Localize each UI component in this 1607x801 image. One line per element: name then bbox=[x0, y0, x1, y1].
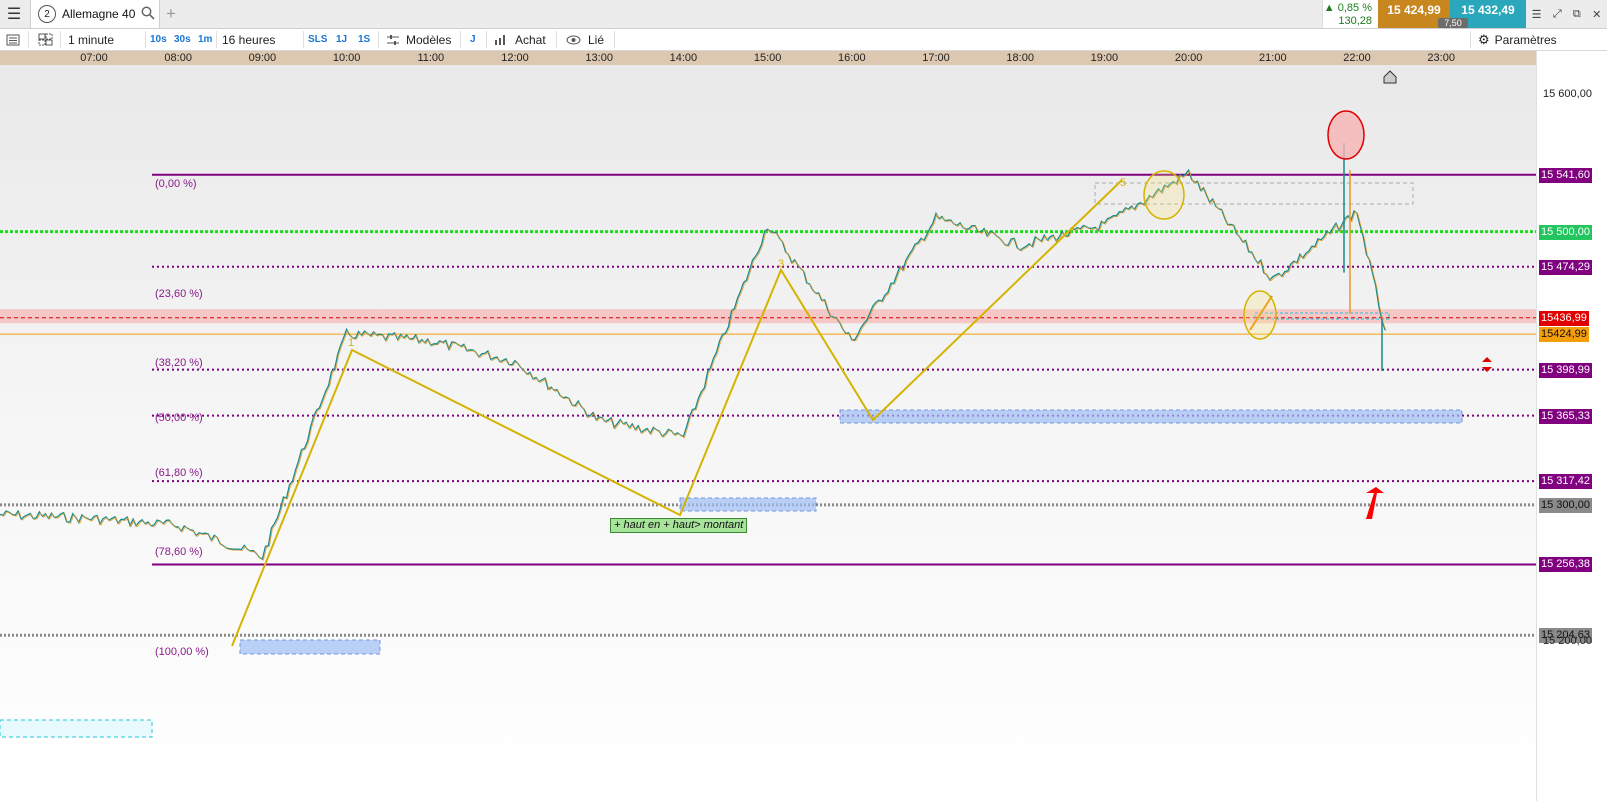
time-tick-label: 07:00 bbox=[80, 52, 108, 64]
price-level-label: 15 600,00 bbox=[1543, 88, 1592, 100]
buy-icon bbox=[495, 34, 505, 45]
time-tick-label: 12:00 bbox=[501, 52, 529, 64]
spread-badge: 7,50 bbox=[1438, 18, 1468, 28]
price-level-label: 15 300,00 bbox=[1539, 497, 1592, 513]
time-axis: 07:00 08:00 09:00 10:00 11:00 12:00 13:00 14:00… bbox=[0, 51, 1536, 65]
eye-icon bbox=[566, 35, 581, 44]
more-menu-icon[interactable]: ☰ bbox=[1532, 8, 1542, 21]
chart-area[interactable]: (0,00 %) (23,60 %) (38,20 %) (50,00 %) (… bbox=[0, 65, 1536, 801]
linked-label: Lié bbox=[588, 32, 605, 47]
linked-button[interactable]: Lié bbox=[566, 29, 604, 50]
settings-label: Paramètres bbox=[1494, 32, 1557, 47]
time-tick-label: 23:00 bbox=[1427, 52, 1455, 64]
support-zone bbox=[679, 497, 817, 512]
time-tick-label: 10:00 bbox=[332, 52, 361, 64]
timeframe-30s-button[interactable]: 30s bbox=[174, 29, 191, 50]
expand-icon[interactable]: ⤢ bbox=[1553, 8, 1562, 21]
range-1s-button[interactable]: 1S bbox=[358, 29, 370, 50]
time-tick-label: 21:00 bbox=[1259, 52, 1287, 64]
window-controls: ☰ ⤢ ⧉ ✕ bbox=[1526, 0, 1607, 28]
home-marker-icon bbox=[1383, 70, 1397, 84]
support-zone bbox=[839, 409, 1463, 424]
price-level-label: 15 256,38 bbox=[1539, 557, 1592, 573]
sliders-icon bbox=[387, 34, 399, 45]
price-level-label: 15436,99 bbox=[1539, 310, 1589, 326]
price-level-label: 15 365,33 bbox=[1539, 408, 1592, 424]
support-zone bbox=[239, 639, 381, 655]
hamburger-menu-icon[interactable]: ☰ bbox=[0, 0, 28, 28]
fib-level-label: (61,80 %) bbox=[155, 467, 203, 479]
price-level-label: 15 500,00 bbox=[1539, 224, 1592, 240]
price-axis: 15 600,00 15 541,60 15 500,00 15 474,29 1543… bbox=[1536, 51, 1607, 801]
time-tick-label: 09:00 bbox=[248, 52, 277, 64]
buy-order-button[interactable]: Achat bbox=[494, 29, 546, 50]
range-select[interactable]: 16 heures bbox=[222, 29, 275, 50]
time-tick-label: 20:00 bbox=[1174, 52, 1203, 64]
settings-button[interactable]: ⚙ Paramètres bbox=[1478, 29, 1557, 50]
search-icon[interactable] bbox=[141, 6, 155, 23]
wave-label: 3 bbox=[778, 258, 785, 270]
tab-number-badge: 2 bbox=[38, 5, 56, 23]
chart-toolbar: 1 minute 10s 30s 1m 16 heures SLS 1J 1S … bbox=[0, 29, 1607, 51]
fib-level-label: (0,00 %) bbox=[155, 178, 197, 190]
range-1j-button[interactable]: 1J bbox=[336, 29, 347, 50]
models-button[interactable]: Modèles bbox=[386, 29, 451, 50]
price-level-label: 15424,99 bbox=[1539, 327, 1589, 343]
fib-level-label: (78,60 %) bbox=[155, 546, 203, 558]
sls-button[interactable]: SLS bbox=[308, 29, 327, 50]
tab-bar: ☰ 2 Allemagne 40 + ▲ 0,85 % 130,28 15 42… bbox=[0, 0, 1607, 29]
layout-grid-icon[interactable] bbox=[38, 29, 53, 50]
list-icon[interactable] bbox=[6, 29, 20, 50]
time-tick-label: 13:00 bbox=[585, 52, 613, 64]
gear-icon: ⚙ bbox=[1478, 31, 1490, 47]
interval-select[interactable]: 1 minute bbox=[68, 29, 114, 50]
time-tick-label: 11:00 bbox=[417, 52, 445, 64]
time-tick-label: 22:00 bbox=[1343, 52, 1371, 64]
price-level-label: 15 398,99 bbox=[1539, 362, 1592, 378]
buy-label: Achat bbox=[515, 32, 546, 47]
price-level-label: 15 474,29 bbox=[1539, 259, 1592, 275]
instrument-name: Allemagne 40 bbox=[62, 7, 136, 21]
models-label: Modèles bbox=[406, 32, 452, 47]
time-tick-label: 14:00 bbox=[669, 52, 698, 64]
timeframe-10s-button[interactable]: 10s bbox=[150, 29, 167, 50]
fib-level-label: (23,60 %) bbox=[155, 288, 203, 300]
time-tick-label: 08:00 bbox=[164, 52, 192, 64]
fib-level-label: (100,00 %) bbox=[155, 646, 209, 658]
price-level-label: 15 317,42 bbox=[1539, 474, 1592, 490]
wave-label: 5 bbox=[1120, 177, 1127, 189]
j-button[interactable]: J bbox=[470, 29, 476, 50]
detach-icon[interactable]: ⧉ bbox=[1573, 8, 1581, 21]
timeframe-1m-button[interactable]: 1m bbox=[198, 29, 212, 50]
arrow-up-icon bbox=[1366, 487, 1384, 519]
fib-level-label: (50,00 %) bbox=[155, 412, 203, 424]
daily-change: ▲ 0,85 % 130,28 bbox=[1322, 0, 1378, 28]
trend-annotation[interactable]: + haut en + haut> montant bbox=[610, 518, 748, 533]
highlight-circle bbox=[1243, 290, 1277, 340]
change-percent: ▲ 0,85 % bbox=[1323, 2, 1372, 14]
top-marker-circle bbox=[1327, 110, 1365, 160]
price-level-label: 15 200,00 bbox=[1543, 634, 1592, 647]
price-chart bbox=[0, 70, 1536, 738]
wave-label: 1 bbox=[348, 337, 355, 349]
support-zone bbox=[0, 719, 153, 738]
change-points: 130,28 bbox=[1338, 15, 1372, 27]
resistance-zone bbox=[0, 309, 1536, 324]
time-tick-label: 17:00 bbox=[922, 52, 950, 64]
highlight-circle bbox=[1143, 170, 1185, 220]
price-level-label: 15 541,60 bbox=[1539, 167, 1592, 183]
time-tick-label: 16:00 bbox=[838, 52, 866, 64]
tab-instrument[interactable]: 2 Allemagne 40 bbox=[30, 0, 160, 28]
close-icon[interactable]: ✕ bbox=[1592, 8, 1601, 21]
time-tick-label: 18:00 bbox=[1006, 52, 1034, 64]
change-percent-value: 0,85 % bbox=[1337, 2, 1372, 14]
target-zone bbox=[1094, 182, 1414, 205]
time-tick-label: 15:00 bbox=[753, 52, 782, 64]
time-tick-label: 19:00 bbox=[1090, 52, 1119, 64]
fib-level-label: (38,20 %) bbox=[155, 357, 203, 369]
add-tab-icon[interactable]: + bbox=[166, 4, 176, 24]
